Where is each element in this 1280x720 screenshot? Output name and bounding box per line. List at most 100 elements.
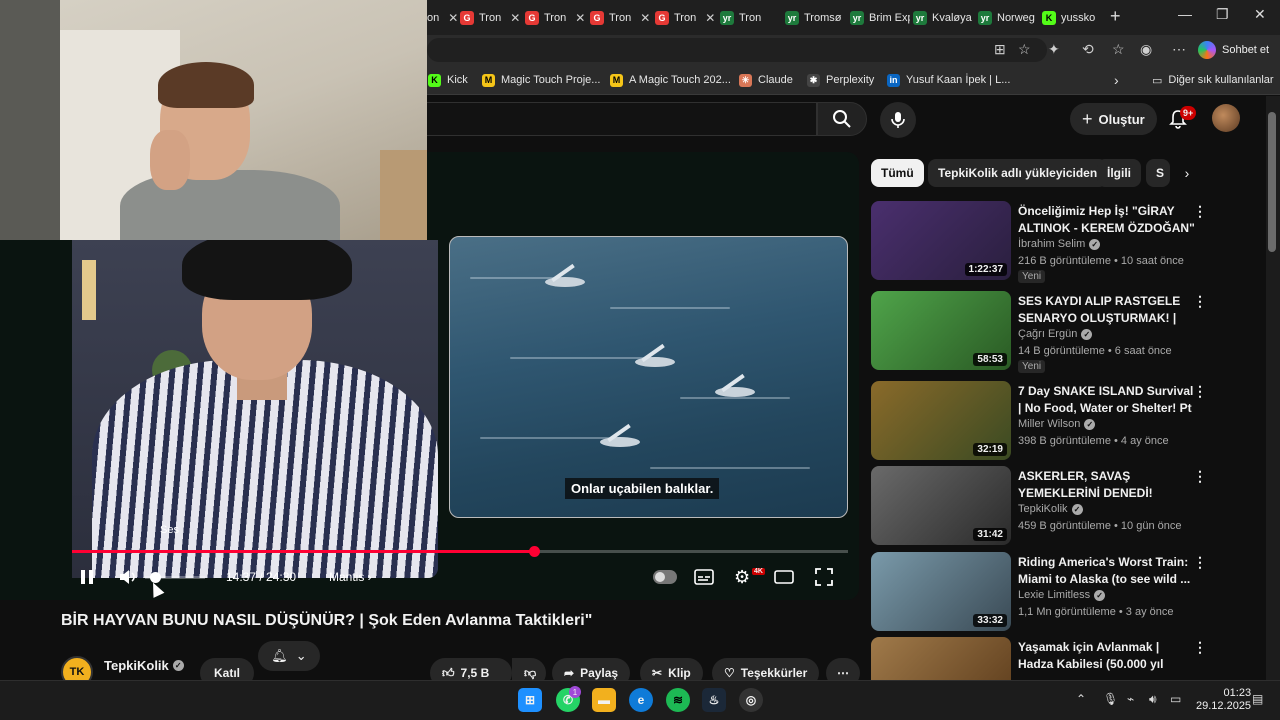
recommendation-title[interactable]: SES KAYDI ALIP RASTGELE SENARYO OLUŞTURM… [1018, 293, 1196, 327]
video-thumbnail[interactable]: 32:19 [871, 381, 1011, 460]
recommendation-title[interactable]: ASKERLER, SAVAŞ YEMEKLERİNİ DENEDİ! [1018, 468, 1196, 502]
steam-icon[interactable]: ♨ [702, 688, 726, 712]
bookmark-kick[interactable]: K Kick [428, 72, 468, 88]
bookmarks-overflow-icon[interactable]: › [1114, 72, 1119, 88]
recommendation-item[interactable]: 31:42 ASKERLER, SAVAŞ YEMEKLERİNİ DENEDİ… [871, 466, 1211, 548]
recommendation-item[interactable]: Yaşamak için Avlanmak | Hadza Kabilesi (… [871, 637, 1211, 680]
bookmark-magic-touch[interactable]: M Magic Touch Proje... [482, 72, 600, 88]
search-button[interactable] [817, 102, 867, 136]
subtitles-button[interactable] [694, 566, 714, 588]
autoplay-toggle[interactable] [653, 570, 677, 584]
address-bar[interactable] [427, 38, 1047, 62]
notification-center-icon[interactable]: ▤ [1252, 692, 1263, 706]
recommendation-title[interactable]: Önceliğimiz Hep İş! "GİRAY ALTINOK - KER… [1018, 203, 1196, 237]
browser-tab[interactable]: on ✕ [427, 6, 457, 30]
recommendation-item[interactable]: 58:53 SES KAYDI ALIP RASTGELE SENARYO OL… [871, 291, 1211, 373]
more-vert-icon[interactable]: ⋮ [1193, 203, 1207, 220]
browser-tab[interactable]: yr Kvaløya [913, 6, 973, 30]
fullscreen-button[interactable] [815, 566, 833, 588]
browser-tab[interactable]: G Tron ✕ [655, 6, 715, 30]
start-icon[interactable]: ⊞ [518, 688, 542, 712]
more-vert-icon[interactable]: ⋮ [1193, 383, 1207, 400]
other-favorites[interactable]: ▭ Diğer sık kullanılanlar [1152, 72, 1274, 88]
chevron-right-icon[interactable]: › [1176, 162, 1198, 184]
recommendation-title[interactable]: Riding America's Worst Train: Miami to A… [1018, 554, 1196, 588]
recommendation-channel[interactable]: Miller Wilson ✓ [1018, 418, 1096, 430]
recommendation-item[interactable]: 32:19 7 Day SNAKE ISLAND Survival | No F… [871, 381, 1211, 463]
video-thumbnail[interactable]: 33:32 [871, 552, 1011, 631]
network-icon[interactable]: ⌁ [1127, 692, 1134, 706]
recommendation-channel[interactable]: Lexie Limitless ✓ [1018, 589, 1106, 601]
recommendation-channel[interactable]: İbrahim Selim ✓ [1018, 238, 1101, 250]
mute-button[interactable] [118, 566, 138, 588]
chapter-button[interactable]: Mantis › [329, 570, 372, 584]
theater-mode-button[interactable] [774, 566, 794, 588]
close-icon[interactable]: ✕ [705, 11, 715, 25]
browser-tab[interactable]: yr Brim Exp [850, 6, 910, 30]
extensions-icon[interactable]: ✦ [1048, 41, 1060, 58]
chip-all[interactable]: Tümü [871, 159, 924, 187]
video-thumbnail[interactable]: 58:53 [871, 291, 1011, 370]
recommendation-title[interactable]: 7 Day SNAKE ISLAND Survival | No Food, W… [1018, 383, 1196, 417]
channel-name[interactable]: TepkiKolik ✓ [104, 658, 184, 673]
file-explorer-icon[interactable]: ▬ [592, 688, 616, 712]
bookmark-perplexity[interactable]: ✱ Perplexity [807, 72, 874, 88]
recommendation-channel[interactable]: TepkiKolik ✓ [1018, 503, 1083, 515]
video-thumbnail[interactable]: 1:22:37 [871, 201, 1011, 280]
edge-icon[interactable]: e [629, 688, 653, 712]
browser-tab[interactable]: G Tron ✕ [525, 6, 585, 30]
recommendation-item[interactable]: 1:22:37 Önceliğimiz Hep İş! "GİRAY ALTIN… [871, 201, 1211, 283]
avatar[interactable] [1212, 104, 1240, 132]
video-thumbnail[interactable]: 31:42 [871, 466, 1011, 545]
spotify-icon[interactable]: ≋ [666, 688, 690, 712]
browser-tab[interactable]: yr Tron [720, 6, 780, 30]
settings-button[interactable]: ⚙ [734, 566, 750, 588]
bookmark-magic-touch-2[interactable]: M A Magic Touch 202... [610, 72, 731, 88]
recommendation-item[interactable]: 33:32 Riding America's Worst Train: Miam… [871, 552, 1211, 634]
battery-icon[interactable]: ▭ [1170, 692, 1181, 706]
apps-icon[interactable]: ⊞ [994, 41, 1006, 58]
bookmark-claude[interactable]: ✳ Claude [739, 72, 793, 88]
browser-tab[interactable]: G Tron ✕ [460, 6, 520, 30]
profile-icon[interactable]: ◉ [1140, 41, 1152, 58]
bookmark-linkedin[interactable]: in Yusuf Kaan İpek | L... [887, 72, 1010, 88]
tray-overflow-icon[interactable]: ⌃ [1076, 692, 1086, 706]
chip-more[interactable]: S [1146, 159, 1170, 187]
chip-related[interactable]: İlgili [1097, 159, 1141, 187]
create-button[interactable]: + Oluştur [1070, 103, 1157, 135]
obs-icon[interactable]: ◎ [739, 688, 763, 712]
chip-from-uploader[interactable]: TepkiKolik adlı yükleyiciden [928, 159, 1108, 187]
close-icon[interactable]: ✕ [448, 11, 457, 25]
more-vert-icon[interactable]: ⋮ [1193, 293, 1207, 310]
voice-search-button[interactable] [880, 102, 916, 138]
recommendation-title[interactable]: Yaşamak için Avlanmak | Hadza Kabilesi (… [1018, 639, 1196, 673]
close-icon[interactable]: ✕ [575, 11, 585, 25]
microphone-icon[interactable]: 🎙︎ [1103, 692, 1118, 706]
search-input[interactable] [427, 102, 817, 136]
speaker-icon[interactable]: 🔊︎ [1149, 692, 1157, 707]
minimize-icon[interactable]: — [1178, 6, 1192, 22]
system-clock[interactable]: 01:23 29.12.2025 [1196, 687, 1251, 713]
browser-tab[interactable]: yr Tromsø [785, 6, 845, 30]
browser-tab-active[interactable]: Kyussko [1042, 6, 1100, 30]
close-window-icon[interactable]: ✕ [1254, 6, 1266, 23]
browser-tab[interactable]: yr Norweg [978, 6, 1038, 30]
maximize-icon[interactable]: ❐ [1216, 6, 1229, 23]
video-thumbnail[interactable] [871, 637, 1011, 680]
more-vert-icon[interactable]: ⋮ [1193, 468, 1207, 485]
scrollbar-thumb[interactable] [1268, 112, 1276, 252]
pause-button[interactable] [80, 566, 94, 588]
copilot-button[interactable]: Sohbet et [1198, 38, 1269, 62]
split-screen-icon[interactable]: ⟲ [1082, 41, 1094, 58]
favorites-icon[interactable]: ☆ [1112, 41, 1125, 58]
new-tab-icon[interactable]: + [1110, 6, 1121, 27]
more-icon[interactable]: ⋯ [1172, 41, 1186, 58]
close-icon[interactable]: ✕ [640, 11, 650, 25]
recommendation-channel[interactable]: Çağrı Ergün ✓ [1018, 328, 1093, 340]
subscription-bell-button[interactable]: 🔔︎ ⌄ [258, 641, 320, 671]
browser-tab[interactable]: G Tron ✕ [590, 6, 650, 30]
more-vert-icon[interactable]: ⋮ [1193, 639, 1207, 656]
more-vert-icon[interactable]: ⋮ [1193, 554, 1207, 571]
close-icon[interactable]: ✕ [510, 11, 520, 25]
favorite-star-icon[interactable]: ☆ [1018, 41, 1031, 58]
